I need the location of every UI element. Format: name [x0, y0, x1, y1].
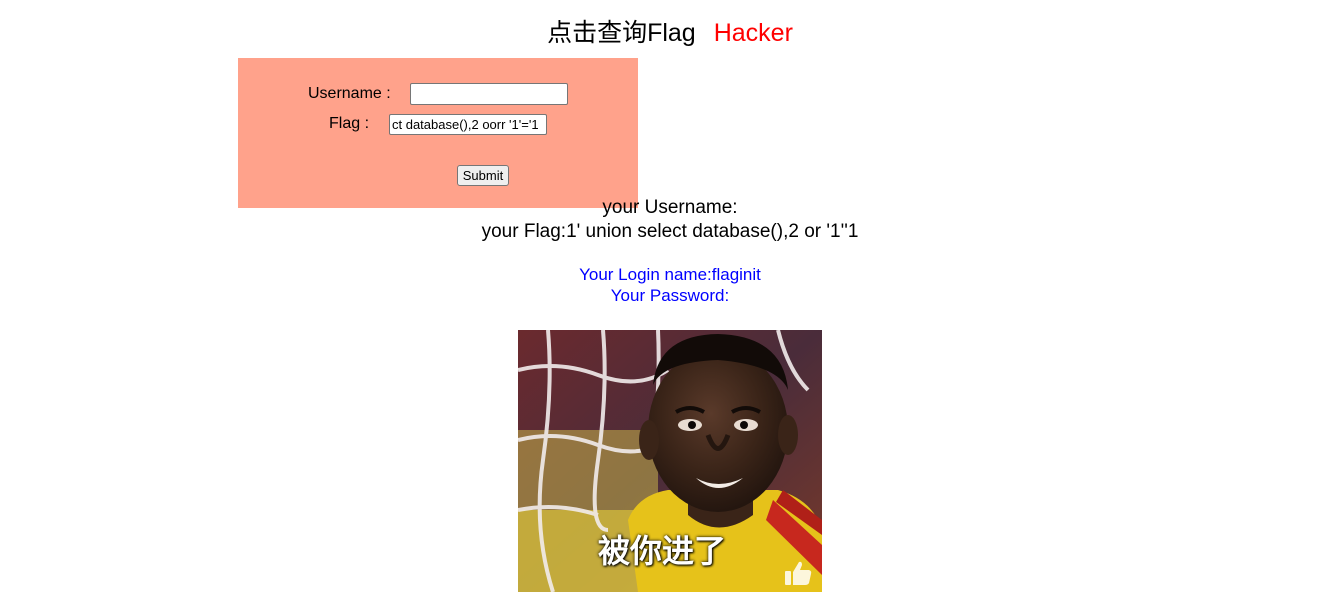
query-form: Username : Flag : Submit [238, 58, 638, 208]
thumbs-up-icon [782, 558, 814, 588]
username-label: Username : [308, 85, 391, 102]
hacker-label: Hacker [713, 19, 793, 47]
page-title-text: 点击查询Flag [547, 19, 696, 47]
meme-image: 被你进了 [518, 330, 822, 592]
result-username: your Username: [602, 197, 738, 218]
login-password: Your Password: [610, 286, 730, 305]
page-title: 点击查询Flag Hacker [0, 16, 1331, 50]
meme-caption: 被你进了 [598, 532, 727, 570]
result-flag: your Flag:1' union select database(),2 o… [481, 221, 859, 242]
flag-label: Flag : [329, 115, 370, 132]
username-input[interactable] [410, 83, 568, 105]
flag-input[interactable] [389, 114, 547, 135]
submit-button[interactable]: Submit [457, 165, 509, 186]
login-name: Your Login name:flaginit [579, 265, 761, 284]
